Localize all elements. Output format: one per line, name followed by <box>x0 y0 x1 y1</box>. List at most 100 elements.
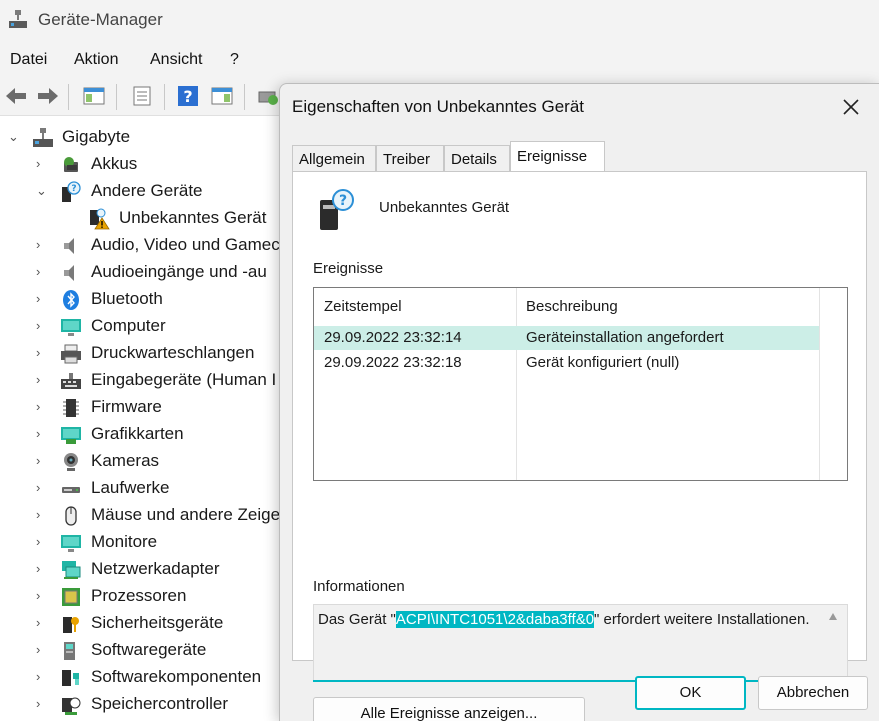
chevron-right-icon[interactable]: › <box>36 399 50 414</box>
chevron-right-icon[interactable]: › <box>36 291 50 306</box>
processor-icon <box>60 586 82 608</box>
chevron-right-icon[interactable]: › <box>36 237 50 252</box>
chevron-right-icon[interactable]: › <box>36 588 50 603</box>
toolbar-separator <box>164 84 165 110</box>
properties-icon[interactable] <box>130 84 154 108</box>
chevron-down-icon[interactable]: ⌄ <box>8 129 22 144</box>
info-textbox[interactable]: Das Gerät "ACPI\INTC1051\2&daba3ff&0" er… <box>313 604 848 682</box>
tree-item[interactable]: › Bluetooth <box>0 286 290 313</box>
tree-item[interactable]: › Softwarekomponenten <box>0 664 290 691</box>
tree-item[interactable]: › Grafikkarten <box>0 421 290 448</box>
tree-item[interactable]: › Akkus <box>0 151 290 178</box>
chevron-down-icon[interactable]: ⌄ <box>36 183 50 198</box>
chevron-right-icon[interactable]: › <box>36 696 50 711</box>
tab-details[interactable]: Details <box>444 145 510 172</box>
tree-item-label: Andere Geräte <box>91 181 203 200</box>
chevron-right-icon[interactable]: › <box>36 507 50 522</box>
tree-root-label: Gigabyte <box>62 127 131 146</box>
info-text: Das Gerät "ACPI\INTC1051\2&daba3ff&0" er… <box>318 611 810 628</box>
tree-item[interactable]: Unbekanntes Gerät <box>0 205 290 232</box>
tree-item-label: Audioeingänge und -au <box>91 262 267 281</box>
cancel-button[interactable]: Abbrechen <box>758 676 868 710</box>
menu-ansicht[interactable]: Ansicht <box>150 51 202 69</box>
close-icon[interactable] <box>840 96 862 118</box>
tree-item-label: Speichercontroller <box>91 694 229 713</box>
tree-item-label: Kameras <box>91 451 160 470</box>
tree-item[interactable]: › Speichercontroller <box>0 691 290 718</box>
keyboard-icon <box>60 370 82 392</box>
forward-arrow-icon[interactable] <box>36 84 60 108</box>
tree-item[interactable]: › Eingabegeräte (Human I <box>0 367 290 394</box>
action-pane-icon[interactable] <box>210 84 234 108</box>
menu-aktion[interactable]: Aktion <box>74 51 118 69</box>
tree-item[interactable]: › Kameras <box>0 448 290 475</box>
svg-text:?: ? <box>71 184 76 194</box>
event-row[interactable]: 29.09.2022 23:32:14 Geräteinstallation an… <box>314 326 819 350</box>
tab-allgemein[interactable]: Allgemein <box>292 145 376 172</box>
ok-button[interactable]: OK <box>635 676 746 710</box>
device-name: Unbekanntes Gerät <box>379 199 510 216</box>
monitor-icon <box>60 316 82 338</box>
menu-help[interactable]: ? <box>230 51 239 69</box>
chevron-right-icon[interactable]: › <box>36 453 50 468</box>
tree-item[interactable]: › Monitore <box>0 529 290 556</box>
chevron-right-icon[interactable]: › <box>36 372 50 387</box>
tree-item-label: Prozessoren <box>91 586 187 605</box>
scroll-up-arrow-icon[interactable] <box>829 613 837 620</box>
toolbar-separator <box>116 84 117 110</box>
chevron-right-icon[interactable]: › <box>36 156 50 171</box>
back-arrow-icon[interactable] <box>4 84 28 108</box>
chevron-right-icon[interactable]: › <box>36 264 50 279</box>
tree-item[interactable]: › Mäuse und andere Zeige <box>0 502 290 529</box>
tree-item[interactable]: › Audio, Video und Gamec <box>0 232 290 259</box>
tree-item-label: Softwarekomponenten <box>91 667 262 686</box>
device-tree: ⌄ Gigabyte › Akkus ⌄? Andere Geräte Unbekann… <box>0 117 290 721</box>
chevron-right-icon[interactable]: › <box>36 642 50 657</box>
computer-icon <box>33 128 53 147</box>
tree-item[interactable]: › Softwaregeräte <box>0 637 290 664</box>
event-description: Geräteinstallation angefordert <box>526 329 724 346</box>
tree-item-label: Softwaregeräte <box>91 640 207 659</box>
tab-ereignisse[interactable]: Ereignisse <box>510 141 605 172</box>
column-header-timestamp[interactable]: Zeitstempel <box>324 298 402 315</box>
dialog-title: Eigenschaften von Unbekanntes Gerät <box>292 97 585 116</box>
window-title: Geräte-Manager <box>38 10 163 29</box>
chevron-right-icon[interactable]: › <box>36 669 50 684</box>
scan-hardware-icon[interactable] <box>256 84 280 108</box>
unknown-device-icon: ? <box>320 189 354 230</box>
tree-item[interactable]: › Prozessoren <box>0 583 290 610</box>
tree-item[interactable]: › Audioeingänge und -au <box>0 259 290 286</box>
chevron-right-icon[interactable]: › <box>36 534 50 549</box>
tree-item-label: Monitore <box>91 532 158 551</box>
speaker-icon <box>60 262 82 284</box>
printer-icon <box>60 343 82 365</box>
tab-treiber[interactable]: Treiber <box>376 145 444 172</box>
mouse-icon <box>60 505 82 527</box>
event-row[interactable]: 29.09.2022 23:32:18 Gerät konfiguriert (n… <box>314 351 819 375</box>
tree-item[interactable]: › Druckwarteschlangen <box>0 340 290 367</box>
tree-item[interactable]: › Netzwerkadapter <box>0 556 290 583</box>
chevron-right-icon[interactable]: › <box>36 561 50 576</box>
tree-root[interactable]: ⌄ Gigabyte <box>0 124 290 151</box>
events-list[interactable]: Zeitstempel Beschreibung 29.09.2022 23:3… <box>313 287 848 481</box>
help-icon[interactable]: ? <box>176 84 200 108</box>
chevron-right-icon[interactable]: › <box>36 480 50 495</box>
tree-item[interactable]: ⌄? Andere Geräte <box>0 178 290 205</box>
camera-icon <box>60 451 82 473</box>
monitor-icon <box>60 532 82 554</box>
device-id-highlight: ACPI\INTC1051\2&daba3ff&0 <box>395 611 595 628</box>
show-hide-console-icon[interactable] <box>82 84 106 108</box>
chevron-right-icon[interactable]: › <box>36 426 50 441</box>
warning-device-icon <box>88 208 110 230</box>
tree-item[interactable]: › Laufwerke <box>0 475 290 502</box>
tree-item[interactable]: › Firmware <box>0 394 290 421</box>
chevron-right-icon[interactable]: › <box>36 345 50 360</box>
show-all-events-button[interactable]: Alle Ereignisse anzeigen... <box>313 697 585 721</box>
chevron-right-icon[interactable]: › <box>36 615 50 630</box>
column-header-description[interactable]: Beschreibung <box>526 298 618 315</box>
tree-item[interactable]: › Computer <box>0 313 290 340</box>
properties-dialog: Eigenschaften von Unbekanntes Gerät Allg… <box>279 83 879 721</box>
tree-item[interactable]: › Sicherheitsgeräte <box>0 610 290 637</box>
chevron-right-icon[interactable]: › <box>36 318 50 333</box>
menu-datei[interactable]: Datei <box>10 51 47 69</box>
